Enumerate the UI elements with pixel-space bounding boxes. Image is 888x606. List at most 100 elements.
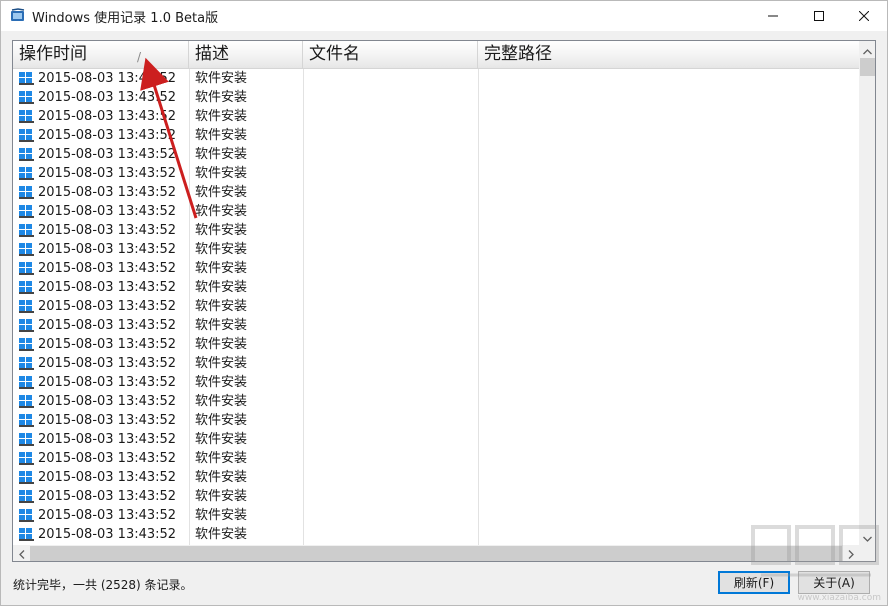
cell-time: 2015-08-03 13:43:52 xyxy=(13,297,189,316)
windows-logo-icon xyxy=(19,167,34,180)
cell-time-text: 2015-08-03 13:43:52 xyxy=(38,356,177,371)
cell-description: 软件安装 xyxy=(195,375,248,390)
table-row[interactable]: 2015-08-03 13:43:52 软件安装 xyxy=(13,525,859,544)
records-list[interactable]: 操作时间 / 描述 文件名 完整路径 2015-08-03 13:43:52 软件… xyxy=(12,40,876,562)
cell-time-text: 2015-08-03 13:43:52 xyxy=(38,261,177,276)
cell-time-text: 2015-08-03 13:43:52 xyxy=(38,299,177,314)
windows-logo-icon xyxy=(19,243,34,256)
cell-time-text: 2015-08-03 13:43:52 xyxy=(38,470,177,485)
windows-logo-icon xyxy=(19,262,34,275)
close-icon xyxy=(859,11,869,21)
table-row[interactable]: 2015-08-03 13:43:52 软件安装 xyxy=(13,88,859,107)
table-row[interactable]: 2015-08-03 13:43:52 软件安装 xyxy=(13,468,859,487)
column-header-fullpath[interactable]: 完整路径 xyxy=(478,41,859,68)
table-row[interactable]: 2015-08-03 13:43:52 软件安装 xyxy=(13,259,859,278)
windows-logo-icon xyxy=(19,357,34,370)
table-row[interactable]: 2015-08-03 13:43:52 软件安装 xyxy=(13,145,859,164)
cell-description: 软件安装 xyxy=(195,280,248,295)
table-row[interactable]: 2015-08-03 13:43:52 软件安装 xyxy=(13,430,859,449)
scroll-left-button[interactable] xyxy=(13,544,30,561)
cell-description: 软件安装 xyxy=(195,413,248,428)
table-row[interactable]: 2015-08-03 13:43:52 软件安装 xyxy=(13,69,859,88)
minimize-button[interactable] xyxy=(750,1,796,31)
cell-time: 2015-08-03 13:43:52 xyxy=(13,183,189,202)
cell-time: 2015-08-03 13:43:52 xyxy=(13,468,189,487)
table-row[interactable]: 2015-08-03 13:43:52 软件安装 xyxy=(13,107,859,126)
windows-logo-icon xyxy=(19,471,34,484)
cell-time: 2015-08-03 13:43:52 xyxy=(13,126,189,145)
app-icon xyxy=(10,8,26,24)
cell-description: 软件安装 xyxy=(195,318,248,333)
column-header-filename[interactable]: 文件名 xyxy=(303,41,478,68)
table-row[interactable]: 2015-08-03 13:43:52 软件安装 xyxy=(13,126,859,145)
table-row[interactable]: 2015-08-03 13:43:52 软件安装 xyxy=(13,183,859,202)
cell-description: 软件安装 xyxy=(195,337,248,352)
table-row[interactable]: 2015-08-03 13:43:52 软件安装 xyxy=(13,392,859,411)
windows-logo-icon xyxy=(19,186,34,199)
windows-logo-icon xyxy=(19,509,34,522)
chevron-left-icon xyxy=(18,544,25,561)
cell-description: 软件安装 xyxy=(195,432,248,447)
cell-description: 软件安装 xyxy=(195,204,248,219)
cell-time: 2015-08-03 13:43:52 xyxy=(13,259,189,278)
cell-time: 2015-08-03 13:43:52 xyxy=(13,335,189,354)
cell-time: 2015-08-03 13:43:52 xyxy=(13,411,189,430)
windows-logo-icon xyxy=(19,110,34,123)
table-row[interactable]: 2015-08-03 13:43:52 软件安装 xyxy=(13,316,859,335)
cell-time-text: 2015-08-03 13:43:52 xyxy=(38,280,177,295)
window-title: Windows 使用记录 1.0 Beta版 xyxy=(32,11,219,26)
table-row[interactable]: 2015-08-03 13:43:52 软件安装 xyxy=(13,335,859,354)
cell-time-text: 2015-08-03 13:43:52 xyxy=(38,394,177,409)
cell-time: 2015-08-03 13:43:52 xyxy=(13,202,189,221)
table-row[interactable]: 2015-08-03 13:43:52 软件安装 xyxy=(13,297,859,316)
cell-time-text: 2015-08-03 13:43:52 xyxy=(38,318,177,333)
cell-time: 2015-08-03 13:43:52 xyxy=(13,88,189,107)
column-header-time[interactable]: 操作时间 / xyxy=(13,41,189,68)
cell-description: 软件安装 xyxy=(195,223,248,238)
cell-time-text: 2015-08-03 13:43:52 xyxy=(38,527,177,542)
cell-description: 软件安装 xyxy=(195,394,248,409)
cell-time: 2015-08-03 13:43:52 xyxy=(13,373,189,392)
maximize-button[interactable] xyxy=(796,1,842,31)
cell-time-text: 2015-08-03 13:43:52 xyxy=(38,90,177,105)
close-button[interactable] xyxy=(841,1,887,31)
windows-logo-icon xyxy=(19,528,34,541)
cell-time-text: 2015-08-03 13:43:52 xyxy=(38,223,177,238)
cell-time-text: 2015-08-03 13:43:52 xyxy=(38,242,177,257)
title-bar[interactable]: Windows 使用记录 1.0 Beta版 xyxy=(1,1,887,31)
cell-time: 2015-08-03 13:43:52 xyxy=(13,69,189,88)
table-row[interactable]: 2015-08-03 13:43:52 软件安装 xyxy=(13,221,859,240)
table-row[interactable]: 2015-08-03 13:43:52 软件安装 xyxy=(13,373,859,392)
table-row[interactable]: 2015-08-03 13:43:52 软件安装 xyxy=(13,240,859,259)
table-row[interactable]: 2015-08-03 13:43:52 软件安装 xyxy=(13,354,859,373)
column-header-description[interactable]: 描述 xyxy=(189,41,303,68)
horizontal-scrollbar[interactable] xyxy=(13,544,859,561)
maximize-icon xyxy=(814,11,824,21)
table-row[interactable]: 2015-08-03 13:43:52 软件安装 xyxy=(13,411,859,430)
cell-time-text: 2015-08-03 13:43:52 xyxy=(38,413,177,428)
windows-logo-icon xyxy=(19,129,34,142)
cell-description: 软件安装 xyxy=(195,242,248,257)
vertical-scrollbar[interactable] xyxy=(859,41,875,545)
windows-logo-icon xyxy=(19,395,34,408)
table-row[interactable]: 2015-08-03 13:43:52 软件安装 xyxy=(13,487,859,506)
horizontal-scroll-thumb[interactable] xyxy=(30,546,842,561)
cell-time-text: 2015-08-03 13:43:52 xyxy=(38,204,177,219)
cell-description: 软件安装 xyxy=(195,71,248,86)
table-row[interactable]: 2015-08-03 13:43:52 软件安装 xyxy=(13,202,859,221)
table-row[interactable]: 2015-08-03 13:43:52 软件安装 xyxy=(13,164,859,183)
vertical-scroll-thumb[interactable] xyxy=(860,58,875,76)
windows-logo-icon xyxy=(19,433,34,446)
cell-description: 软件安装 xyxy=(195,356,248,371)
table-row[interactable]: 2015-08-03 13:43:52 软件安装 xyxy=(13,506,859,525)
windows-logo-icon xyxy=(19,452,34,465)
windows-logo-icon xyxy=(19,205,34,218)
cell-time-text: 2015-08-03 13:43:52 xyxy=(38,375,177,390)
table-row[interactable]: 2015-08-03 13:43:52 软件安装 xyxy=(13,278,859,297)
scroll-up-button[interactable] xyxy=(859,41,875,58)
cell-time-text: 2015-08-03 13:43:52 xyxy=(38,489,177,504)
table-row[interactable]: 2015-08-03 13:43:52 软件安装 xyxy=(13,449,859,468)
cell-description: 软件安装 xyxy=(195,147,248,162)
list-header: 操作时间 / 描述 文件名 完整路径 xyxy=(13,41,859,69)
cell-description: 软件安装 xyxy=(195,90,248,105)
